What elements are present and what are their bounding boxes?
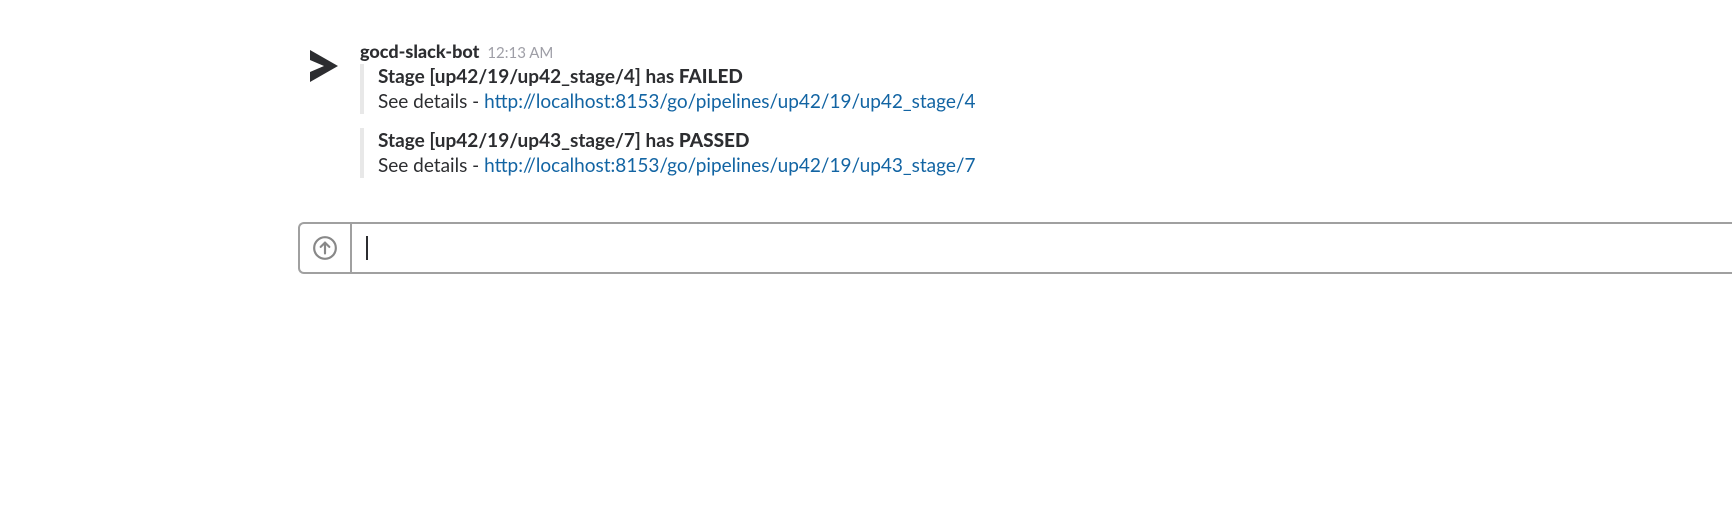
detail-prefix: See details - [378,90,484,113]
text-cursor [366,236,368,260]
attachment-title: Stage [up42/19/up42_stage/4] has FAILED [378,65,1732,88]
stage-status: FAILED [679,65,743,88]
detail-prefix: See details - [378,154,484,177]
message-content: gocd-slack-bot 12:13 AM Stage [up42/19/u… [360,40,1732,192]
attachment-title: Stage [up42/19/up43_stage/7] has PASSED [378,129,1732,152]
timestamp[interactable]: 12:13 AM [487,44,553,62]
stage-status: PASSED [679,129,750,152]
stage-title-prefix: Stage [up42/19/up43_stage/7] has [378,129,679,152]
message-input[interactable] [352,224,1732,272]
message-input-area [298,222,1732,274]
attachment-detail: See details - http://localhost:8153/go/p… [378,90,1732,113]
username[interactable]: gocd-slack-bot [360,40,479,62]
stage-title-prefix: Stage [up42/19/up42_stage/4] has [378,65,679,88]
detail-link[interactable]: http://localhost:8153/go/pipelines/up42/… [484,154,975,177]
attachment: Stage [up42/19/up42_stage/4] has FAILED … [360,64,1732,114]
attachment: Stage [up42/19/up43_stage/7] has PASSED … [360,128,1732,178]
gocd-logo-icon [300,42,348,90]
slack-message: gocd-slack-bot 12:13 AM Stage [up42/19/u… [300,40,1732,192]
detail-link[interactable]: http://localhost:8153/go/pipelines/up42/… [484,90,975,113]
upload-button[interactable] [300,224,352,272]
bot-avatar[interactable] [300,42,348,90]
message-header: gocd-slack-bot 12:13 AM [360,40,1732,62]
upload-arrow-icon [312,235,338,261]
attachment-detail: See details - http://localhost:8153/go/p… [378,154,1732,177]
